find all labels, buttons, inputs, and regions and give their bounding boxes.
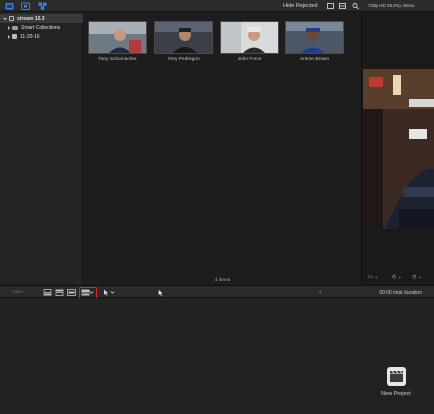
clip-tony-schumacher[interactable]: Tony Schumacher xyxy=(88,21,147,62)
timeline-area: New Project xyxy=(0,298,434,414)
select-tool-icon[interactable] xyxy=(103,289,109,296)
library-icon xyxy=(9,16,14,21)
disclosure-collapsed-icon[interactable] xyxy=(8,25,10,30)
clip-appearance-icon[interactable] xyxy=(327,2,334,10)
connect-clip-icon[interactable] xyxy=(43,289,52,296)
back-arrow-icon[interactable] xyxy=(318,289,323,296)
film-strip-icon[interactable] xyxy=(339,2,346,10)
event-item-11-20-16[interactable]: 11-20-16 xyxy=(0,32,83,41)
clip-thumbnail xyxy=(220,21,279,54)
folder-icon xyxy=(12,25,18,30)
library-name: stream 10.3 xyxy=(17,15,45,22)
viewer-speed-menu[interactable]: ◷ ⌄ xyxy=(412,274,422,282)
clip-tony-pedregon[interactable]: Tony Pedregon xyxy=(154,21,213,62)
smart-collections-item[interactable]: Smart Collections xyxy=(0,23,83,32)
libraries-sidebar: stream 10.3 Smart Collections 11-20-16 xyxy=(0,12,83,285)
viewer-format-label: 720p HD 29.97p, Mono xyxy=(368,3,415,8)
clip-thumbnail xyxy=(285,21,344,54)
clip-thumbnail xyxy=(154,21,213,54)
items-count: 4 items xyxy=(214,278,231,283)
chevron-down-icon[interactable] xyxy=(110,289,115,296)
clip-thumbnail xyxy=(88,21,147,54)
clip-name: Tony Pedregon xyxy=(167,57,200,62)
mouse-cursor-icon xyxy=(158,289,164,297)
clip-name: Antron Brown xyxy=(299,57,330,62)
library-item-stream[interactable]: stream 10.3 xyxy=(0,14,83,23)
viewer-tools-menu[interactable]: ◴ ⌄ xyxy=(392,274,402,282)
index-button[interactable]: Index xyxy=(12,289,23,294)
total-duration: 00:00 total duration xyxy=(379,289,422,296)
clip-antron-brown[interactable]: Antron Brown xyxy=(285,21,344,62)
clip-john-force[interactable]: John Force xyxy=(220,21,279,62)
viewer-frame xyxy=(363,69,434,229)
disclosure-expanded-icon[interactable] xyxy=(3,17,7,20)
top-toolbar: Hide Rejected 720p HD 29.97p, Mono xyxy=(0,0,434,12)
photos-icon[interactable] xyxy=(21,2,30,10)
clip-name: John Force xyxy=(237,57,262,62)
insert-clip-icon[interactable] xyxy=(55,289,64,296)
titles-icon[interactable] xyxy=(38,2,47,10)
new-project-label: New Project xyxy=(381,391,411,397)
clip-name: Tony Schumacher xyxy=(98,57,137,62)
hide-rejected-filter[interactable]: Hide Rejected xyxy=(283,3,318,9)
disclosure-collapsed-icon[interactable] xyxy=(8,34,10,39)
clip-browser: Tony Schumacher Tony Pedregon John Force xyxy=(84,12,361,285)
search-icon[interactable] xyxy=(352,2,359,10)
timeline-toolbar: Index 00:00 total duration xyxy=(0,285,434,299)
new-project-button[interactable]: New Project xyxy=(374,367,418,397)
event-icon xyxy=(12,34,17,39)
viewer-view-menu[interactable]: ▭ ⌄ xyxy=(368,274,378,282)
libraries-icon[interactable] xyxy=(5,2,14,10)
clapperboard-icon xyxy=(386,367,406,386)
viewer: ▭ ⌄ ◴ ⌄ ◷ ⌄ xyxy=(361,12,434,285)
smart-collections-label: Smart Collections xyxy=(21,24,61,31)
event-label: 11-20-16 xyxy=(20,33,40,40)
append-clip-icon[interactable] xyxy=(67,289,76,296)
